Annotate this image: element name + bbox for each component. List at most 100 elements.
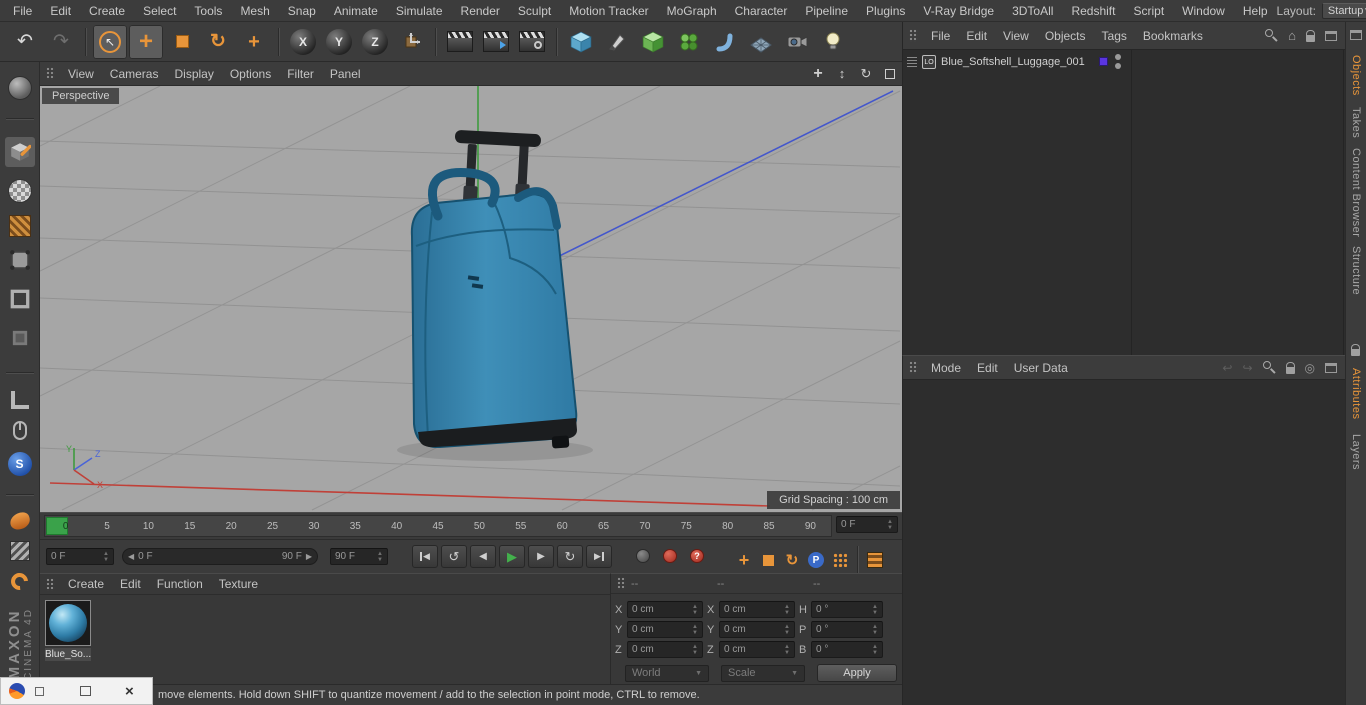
menu-mograph[interactable]: MoGraph <box>658 0 726 22</box>
goto-end-button[interactable]: ▶ <box>586 545 612 568</box>
menu-create[interactable]: Create <box>80 0 134 22</box>
editor-visibility-dot[interactable] <box>1115 54 1121 60</box>
spline-pen-button[interactable] <box>600 25 634 59</box>
render-view-button[interactable] <box>443 25 477 59</box>
spinner-down-icon[interactable]: ▼ <box>784 650 790 656</box>
camera-label[interactable]: Perspective <box>42 88 120 104</box>
object-tree[interactable]: LO Blue_Softshell_Luggage_001 <box>903 50 1346 355</box>
viewport-canvas[interactable]: Perspective Y Z X Grid Spacing : 100 cm <box>40 86 902 512</box>
axis-z-lock[interactable]: Z <box>358 25 392 59</box>
undo-button[interactable]: ↶ <box>8 25 42 59</box>
tab-objects[interactable]: Objects <box>1350 55 1362 96</box>
rot-p-field[interactable]: 0 ° ▲ ▼ <box>811 621 883 638</box>
menu-file[interactable]: File <box>4 0 41 22</box>
autokey-button[interactable] <box>663 549 677 563</box>
menu-3dtoall[interactable]: 3DToAll <box>1003 0 1062 22</box>
search-icon[interactable] <box>1262 361 1276 374</box>
object-type-icon[interactable]: LO <box>922 55 936 69</box>
spinner-down-icon[interactable]: ▼ <box>692 630 698 636</box>
tab-layers[interactable]: Layers <box>1350 434 1362 470</box>
scale-tool[interactable] <box>165 25 199 59</box>
pos-x-field[interactable]: 0 cm ▲ ▼ <box>627 601 703 618</box>
spinner-down-icon[interactable]: ▼ <box>692 650 698 656</box>
magnet-tool-button[interactable] <box>9 541 30 561</box>
spinner-down-icon[interactable]: ▼ <box>784 630 790 636</box>
material-menu-texture[interactable]: Texture <box>211 574 266 594</box>
model-mode-button[interactable] <box>4 137 35 167</box>
light-button[interactable] <box>816 25 850 59</box>
coordinate-mode-dropdown[interactable]: Scale ▼ <box>721 664 805 682</box>
prev-key-button[interactable]: ↺ <box>441 545 467 568</box>
spinner-down-icon[interactable]: ▼ <box>103 557 109 563</box>
history-back-icon[interactable]: ↩ <box>1222 361 1232 375</box>
mouse-input-button[interactable] <box>12 421 27 440</box>
hook-tool-button[interactable] <box>7 569 32 594</box>
play-button[interactable]: ▶ <box>499 545 525 568</box>
tab-takes[interactable]: Takes <box>1350 107 1362 138</box>
object-row[interactable]: LO Blue_Softshell_Luggage_001 <box>907 53 1337 71</box>
am-menu-edit[interactable]: Edit <box>969 358 1006 378</box>
timeline-ruler[interactable]: 0 5 10 15 20 25 30 35 40 45 50 55 60 65 … <box>44 515 832 537</box>
start-frame-field[interactable]: 0 F ▲ ▼ <box>46 548 114 565</box>
panel-handle[interactable] <box>46 577 55 591</box>
lock-icon[interactable] <box>1306 29 1315 42</box>
add-cube-button[interactable] <box>564 25 598 59</box>
am-panel-icon[interactable] <box>1325 362 1337 373</box>
camera-button[interactable] <box>780 25 814 59</box>
pos-y-field[interactable]: 0 cm ▲ ▼ <box>627 621 703 638</box>
texture-mode-button[interactable] <box>7 179 32 203</box>
firefox-icon[interactable] <box>9 683 25 699</box>
menu-vray-bridge[interactable]: V-Ray Bridge <box>914 0 1003 22</box>
material-thumbnail[interactable] <box>45 600 91 646</box>
prev-frame-button[interactable]: ◀ <box>470 545 496 568</box>
record-button[interactable] <box>636 549 650 563</box>
key-rotation-button[interactable]: ↻ <box>780 549 804 571</box>
keyframe-help-button[interactable]: ? <box>690 549 704 563</box>
om-menu-file[interactable]: File <box>923 26 958 46</box>
keying-options-button[interactable] <box>863 549 887 571</box>
render-settings-button[interactable] <box>515 25 549 59</box>
tab-content-browser[interactable]: Content Browser <box>1350 148 1362 237</box>
material-menu-create[interactable]: Create <box>60 574 112 594</box>
snap-button[interactable]: S <box>7 452 32 476</box>
menu-motion-tracker[interactable]: Motion Tracker <box>560 0 657 22</box>
mograph-array-button[interactable] <box>672 25 706 59</box>
end-frame-field[interactable]: 90 F ▲ ▼ <box>330 548 388 565</box>
tab-structure[interactable]: Structure <box>1350 246 1362 295</box>
history-forward-icon[interactable]: ↪ <box>1242 361 1252 375</box>
menu-help[interactable]: Help <box>1234 0 1277 22</box>
target-icon[interactable]: ◎ <box>1305 361 1315 375</box>
size-y-field[interactable]: 0 cm ▲ ▼ <box>719 621 795 638</box>
spinner-down-icon[interactable]: ▼ <box>887 525 893 531</box>
live-selection-tool[interactable]: ↖ <box>93 24 127 59</box>
floor-button[interactable] <box>744 25 778 59</box>
key-pla-button[interactable] <box>828 549 852 571</box>
menu-pipeline[interactable]: Pipeline <box>796 0 857 22</box>
current-frame-field[interactable]: 0 F ▲ ▼ <box>836 516 898 533</box>
edges-mode-button[interactable] <box>9 288 31 315</box>
subdivision-surface-button[interactable] <box>636 25 670 59</box>
spinner-down-icon[interactable]: ▼ <box>692 610 698 616</box>
menu-tools[interactable]: Tools <box>185 0 231 22</box>
panel-handle[interactable] <box>46 67 55 80</box>
pos-z-field[interactable]: 0 cm ▲ ▼ <box>627 641 703 658</box>
panel-handle[interactable] <box>617 577 626 590</box>
size-z-field[interactable]: 0 cm ▲ ▼ <box>719 641 795 658</box>
maximize-icon[interactable] <box>80 686 91 696</box>
rot-h-field[interactable]: 0 ° ▲ ▼ <box>811 601 883 618</box>
om-menu-view[interactable]: View <box>995 26 1037 46</box>
next-frame-button[interactable]: ▶ <box>528 545 554 568</box>
apply-button[interactable]: Apply <box>817 664 897 682</box>
spinner-down-icon[interactable]: ▼ <box>872 630 878 636</box>
key-scale-button[interactable] <box>756 549 780 571</box>
polygons-mode-button[interactable] <box>9 327 31 354</box>
workplane-mode-button[interactable] <box>8 215 31 237</box>
axis-x-lock[interactable]: X <box>286 25 320 59</box>
luggage-model[interactable] <box>397 130 593 461</box>
rot-b-field[interactable]: 0 ° ▲ ▼ <box>811 641 883 658</box>
render-visibility-dot[interactable] <box>1115 63 1121 69</box>
menu-snap[interactable]: Snap <box>279 0 325 22</box>
viewport-menu-cameras[interactable]: Cameras <box>102 64 167 84</box>
points-mode-button[interactable] <box>9 249 31 276</box>
om-menu-tags[interactable]: Tags <box>1094 26 1135 46</box>
